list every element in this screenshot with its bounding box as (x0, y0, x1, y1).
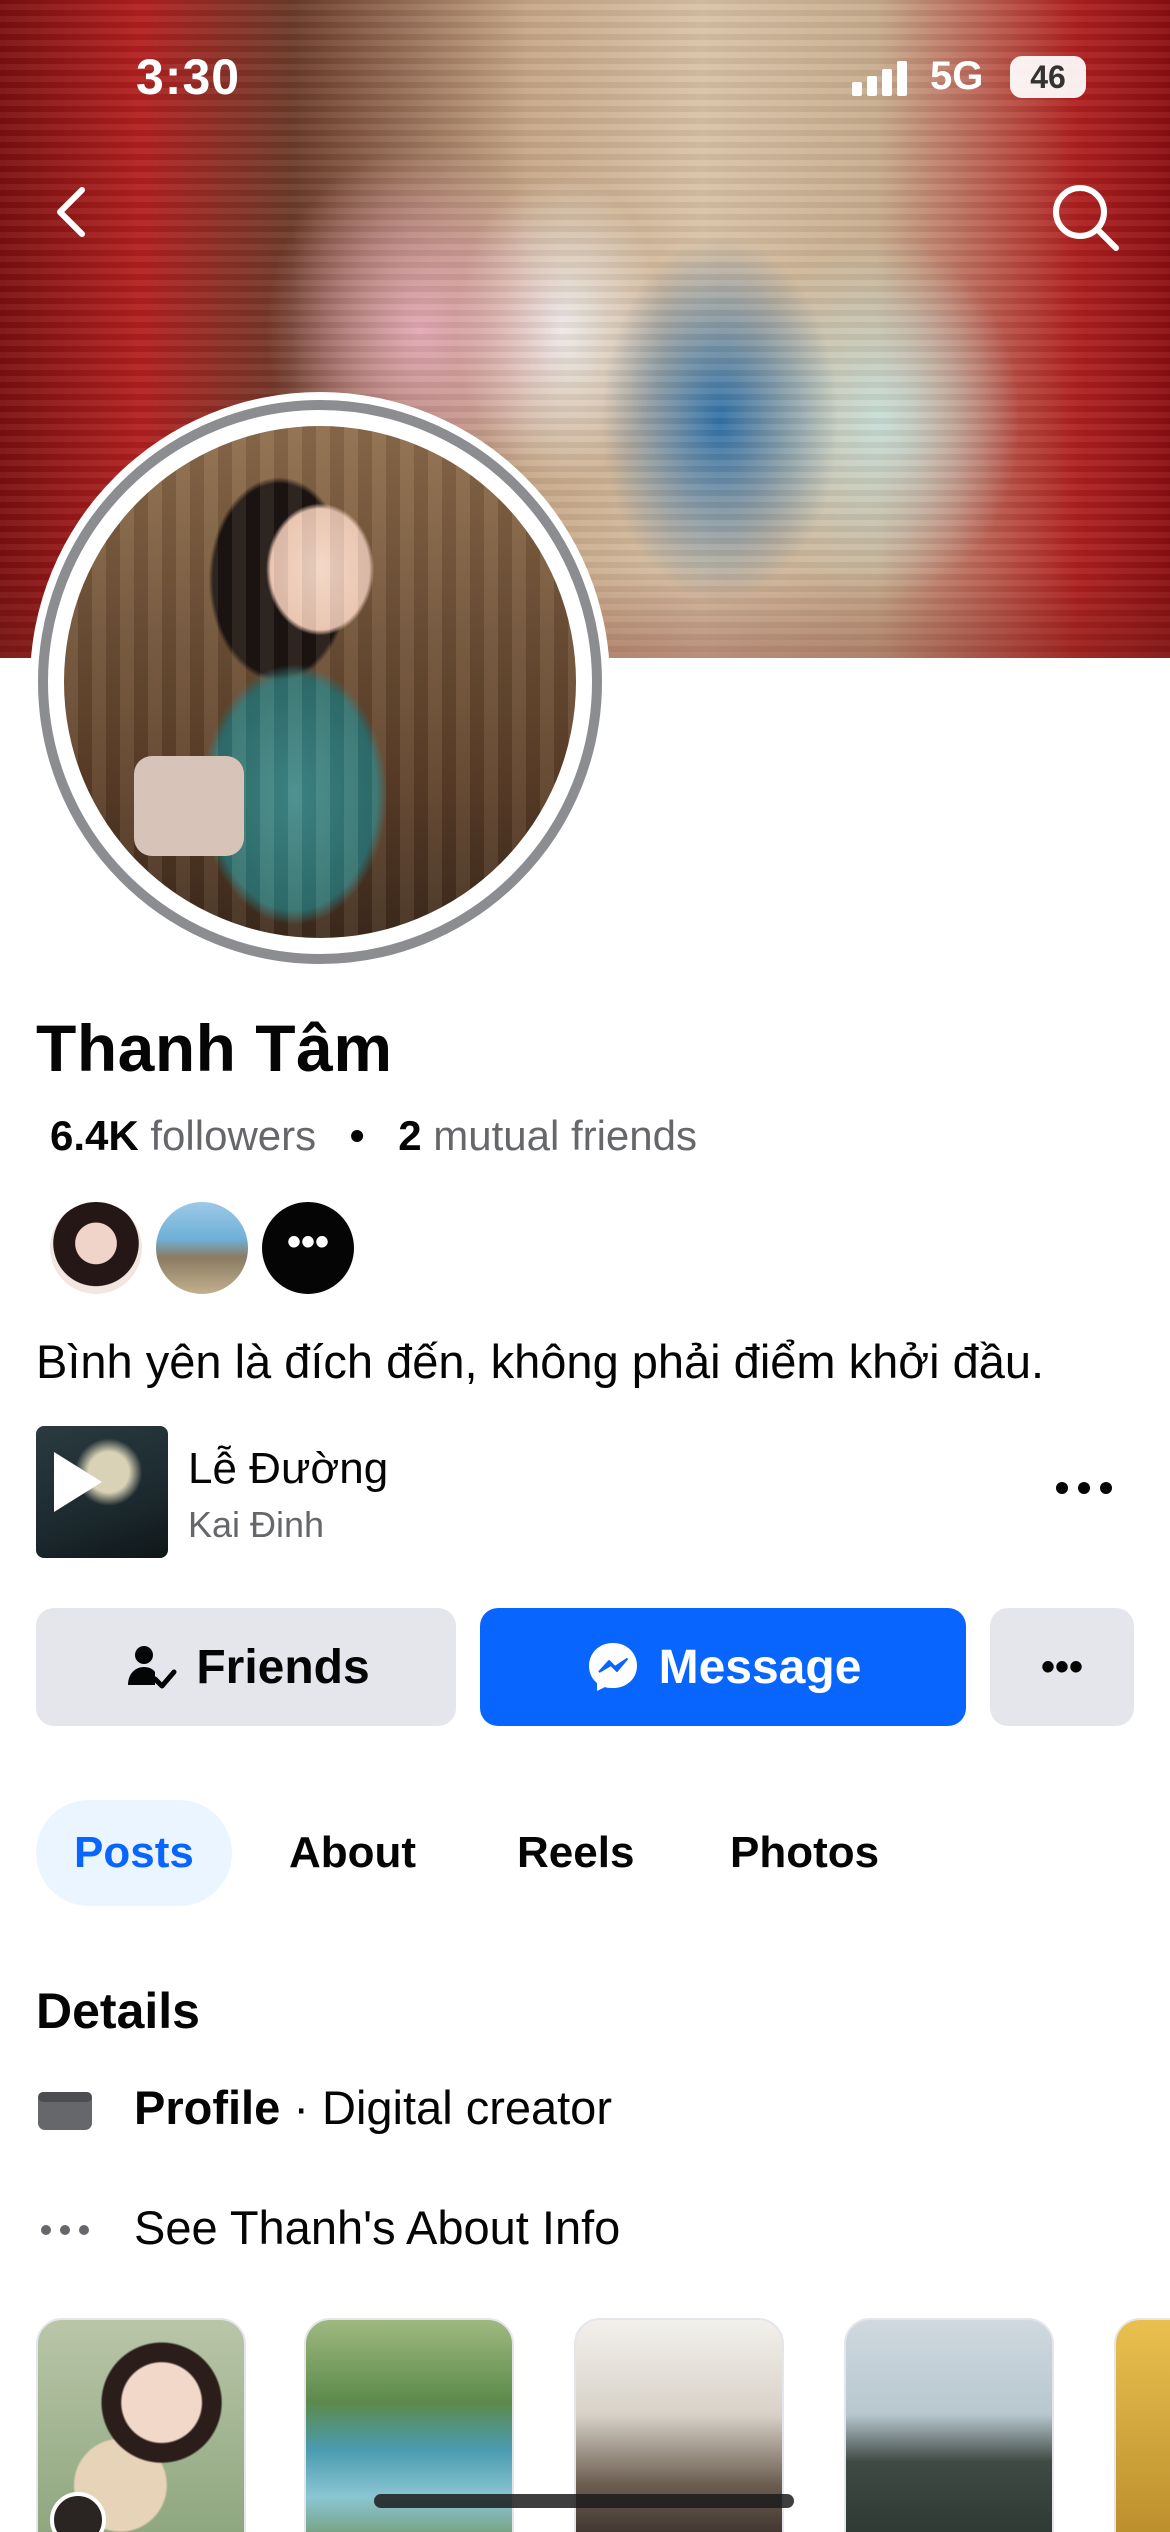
battery-icon: 46 (1010, 56, 1086, 98)
profile-bio: Bình yên là đích đến, không phải điểm kh… (36, 1335, 1045, 1388)
profile-music[interactable]: Lễ Đường Kai Đinh (36, 1426, 1136, 1558)
avatar-handbag (134, 756, 244, 856)
network-type: 5G (930, 54, 984, 98)
music-artist: Kai Đinh (188, 1504, 325, 1545)
friends-label: Friends (196, 1640, 370, 1694)
profile-picture[interactable] (30, 392, 610, 972)
signal-icon (852, 60, 912, 96)
messenger-icon (588, 1643, 637, 1691)
more-mutuals-button[interactable]: ••• (258, 1198, 358, 1298)
followers-count[interactable]: 6.4K (50, 1112, 139, 1159)
detail-profile-bold: Profile (134, 2081, 281, 2134)
profile-card-icon (38, 2092, 92, 2130)
about-info-link[interactable]: See Thanh's About Info (36, 2200, 1036, 2260)
followers-label[interactable]: followers (150, 1112, 316, 1159)
tab-reels[interactable]: Reels (517, 1800, 634, 1906)
battery-level: 46 (1030, 59, 1066, 95)
profile-name: Thanh Tâm (36, 1011, 393, 1085)
ellipsis-icon (41, 2225, 89, 2235)
mutual-count[interactable]: 2 (398, 1112, 421, 1159)
mutual-friend-avatar[interactable] (152, 1198, 252, 1298)
status-time: 3:30 (136, 49, 241, 105)
status-bar: 3:30 5G 46 (0, 0, 1170, 150)
detail-profile-text: Profile · Digital creator (134, 2080, 612, 2135)
search-button[interactable] (1048, 180, 1122, 254)
message-label: Message (658, 1640, 862, 1694)
friends-button[interactable]: Friends (36, 1608, 456, 1726)
search-icon (1053, 185, 1119, 251)
avatar-background (64, 426, 576, 938)
person-check-icon (128, 1646, 177, 1689)
detail-profile-type: Profile · Digital creator (36, 2080, 1036, 2140)
tab-photos[interactable]: Photos (730, 1800, 879, 1906)
play-icon (54, 1452, 102, 1512)
music-cover-art[interactable] (36, 1426, 168, 1558)
details-heading: Details (36, 1983, 200, 2039)
detail-profile-category: · Digital creator (280, 2081, 612, 2134)
message-button[interactable]: Message (480, 1608, 966, 1726)
highlight-avatar (50, 2492, 106, 2532)
highlight-card[interactable] (1114, 2318, 1170, 2532)
music-more-button[interactable] (1056, 1472, 1116, 1502)
tab-about[interactable]: About (289, 1800, 416, 1906)
mutual-label[interactable]: mutual friends (433, 1112, 697, 1159)
separator-dot: • (349, 1112, 365, 1159)
chevron-left-icon (57, 187, 85, 237)
highlight-card[interactable] (36, 2318, 246, 2532)
music-title: Lễ Đường (188, 1444, 389, 1493)
profile-stats: 6.4K followers • 2 mutual friends (50, 1112, 697, 1160)
mutual-friend-avatar[interactable] (46, 1198, 146, 1298)
highlight-card[interactable] (844, 2318, 1054, 2532)
about-info-label: See Thanh's About Info (134, 2201, 621, 2254)
story-ring (38, 400, 602, 964)
tab-posts[interactable]: Posts (36, 1800, 232, 1906)
home-indicator (374, 2494, 794, 2508)
more-options-button[interactable]: ••• (990, 1608, 1134, 1726)
profile-actions: Friends Message ••• (36, 1608, 1134, 1726)
avatar (64, 426, 576, 938)
back-button[interactable] (40, 180, 104, 244)
